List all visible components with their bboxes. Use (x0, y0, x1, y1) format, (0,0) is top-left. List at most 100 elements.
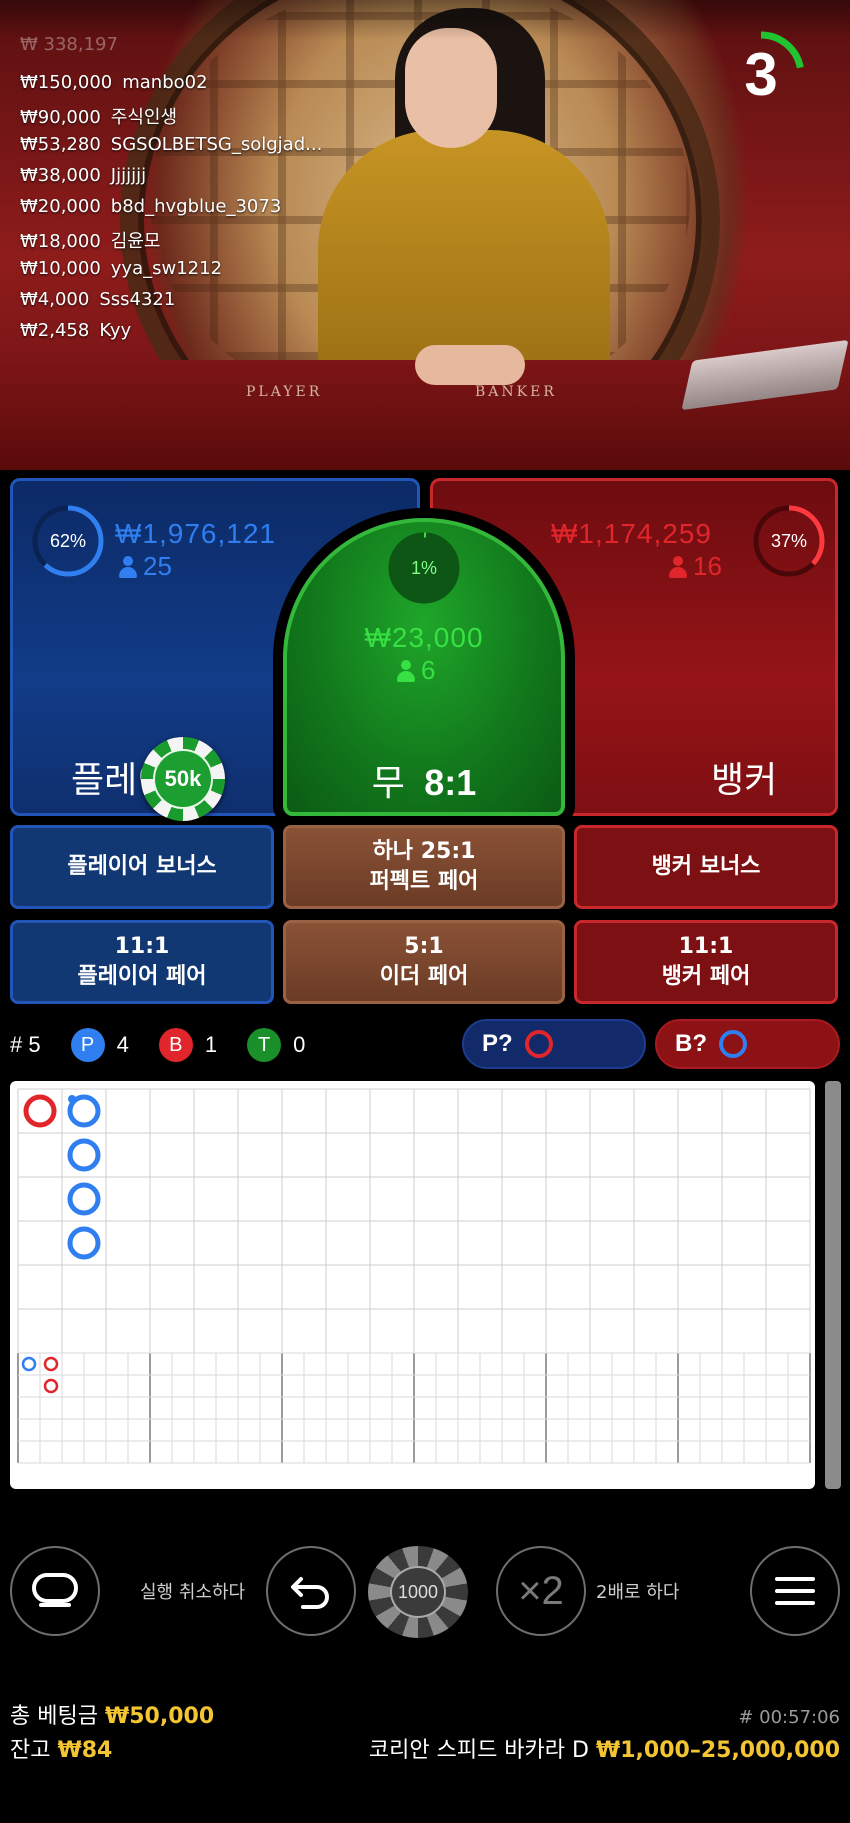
winner-amount: ₩20,000 (20, 196, 101, 217)
person-icon (119, 555, 137, 578)
winner-row: ₩38,000 Jjjjjjj (20, 165, 322, 196)
predict-player-button[interactable]: P? (462, 1019, 646, 1069)
total-bet: 총 베팅금 ₩50,000 (10, 1698, 214, 1730)
tie-title: 무 8:1 (287, 754, 561, 806)
winner-row: ₩150,000 manbo02 (20, 72, 322, 103)
winner-name: b8d_hvgblue_3073 (110, 196, 282, 217)
player-bonus-label: 플레이어 보너스 (67, 854, 217, 879)
tie-percent: 1% (410, 558, 437, 578)
menu-icon (775, 1577, 815, 1605)
chip-selector-value: 1000 (390, 1566, 446, 1618)
predict-banker-button[interactable]: B? (655, 1019, 840, 1069)
total-bet-label: 총 베팅금 (10, 1704, 98, 1729)
winner-row: ₩4,000 Sss4321 (20, 289, 322, 320)
winner-amount: ₩10,000 (20, 258, 101, 279)
banker-result-mark (23, 1094, 57, 1128)
roadmap-grid (17, 1088, 811, 1464)
tie-wins: T 0 (247, 1028, 305, 1062)
tie-percent-ring: 1% (386, 530, 462, 606)
tie-label: 무 (371, 763, 405, 804)
either-pair-label: 이더 페어 (379, 964, 469, 989)
winner-amount: ₩90,000 (20, 107, 101, 128)
person-icon (669, 555, 687, 578)
tie-bettors-count: 6 (421, 655, 436, 685)
player-percent-ring: 62% (30, 503, 106, 579)
winner-name: Jjjjjjj (110, 165, 147, 186)
perfect-pair-button[interactable]: 하나 25:1 퍼펙트 페어 (283, 825, 565, 909)
winner-name: 주식인생 (110, 107, 178, 128)
undo-icon (291, 1577, 329, 1609)
tie-bet-spot[interactable]: 1% ₩23,000 6 무 8:1 (283, 518, 565, 816)
derived-road-mark (43, 1356, 59, 1372)
winner-name: Kyy (99, 320, 132, 341)
tie-payout: 8:1 (424, 762, 477, 803)
person-icon (397, 659, 415, 682)
player-result-mark (67, 1138, 101, 1172)
footer: 총 베팅금 ₩50,000 # 00:57:06 잔고 ₩84 코리안 스피드 … (10, 1698, 840, 1766)
winner-row: ₩90,000 주식인생 (20, 103, 322, 134)
double-button[interactable]: ×2 (496, 1546, 586, 1636)
banker-bonus-button[interactable]: 뱅커 보너스 (574, 825, 838, 909)
player-bettors-count: 25 (143, 551, 172, 581)
chat-icon (32, 1573, 78, 1607)
banker-wins: B 1 (158, 1028, 218, 1062)
banker-label: 뱅커 (711, 760, 778, 801)
winner-row: ₩53,280 SGSOLBETSG_solgjad... (20, 134, 322, 165)
winner-name: manbo02 (122, 72, 208, 93)
winner-amount: ₩53,280 (20, 134, 101, 155)
roadmap-board[interactable] (10, 1081, 815, 1489)
winner-row: ₩20,000 b8d_hvgblue_3073 (20, 196, 322, 227)
table-name: 코리안 스피드 바카라 D (368, 1738, 589, 1763)
winners-partial-row: ₩ 338,197 (20, 34, 118, 55)
banker-bettors: 16 (669, 551, 722, 582)
table-limits: ₩1,000–25,000,000 (595, 1738, 840, 1763)
banker-wins-count: 1 (204, 1032, 218, 1057)
winner-amount: ₩18,000 (20, 231, 101, 252)
winner-amount: ₩2,458 (20, 320, 90, 341)
banker-pair-button[interactable]: 11:1 뱅커 페어 (574, 920, 838, 1004)
winner-row: ₩18,000 김윤모 (20, 227, 322, 258)
derived-road-mark (21, 1356, 37, 1372)
player-pair-button[interactable]: 11:1 플레이어 페어 (10, 920, 274, 1004)
chip-selector[interactable]: 1000 (368, 1546, 468, 1638)
dealer-hands (415, 345, 525, 385)
banker-percent: 37% (770, 531, 808, 551)
tie-stake: ₩23,000 (364, 622, 484, 653)
double-label: 2배로 하다 (596, 1582, 680, 1603)
player-pair-odds: 11:1 (114, 934, 170, 959)
winner-amount: ₩4,000 (20, 289, 90, 310)
perfect-pair-label: 퍼펙트 페어 (369, 869, 479, 894)
tie-badge: T (247, 1028, 282, 1062)
derived-road-mark (43, 1378, 59, 1394)
perfect-pair-odds: 하나 25:1 (372, 839, 476, 864)
either-pair-odds: 5:1 (404, 934, 444, 959)
betting-table: 62% ₩1,976,121 25 플레이어 50k 37% ₩1,174,25… (0, 470, 850, 1010)
banker-bettors-count: 16 (693, 551, 722, 581)
winner-row: ₩2,458 Kyy (20, 320, 322, 351)
player-pair-label: 플레이어 페어 (77, 964, 207, 989)
undo-button[interactable] (266, 1546, 356, 1636)
predict-banker-label: B? (675, 1030, 707, 1057)
menu-button[interactable] (750, 1546, 840, 1636)
winner-name: 김윤모 (110, 231, 161, 252)
either-pair-button[interactable]: 5:1 이더 페어 (283, 920, 565, 1004)
player-wins-count: 4 (116, 1032, 129, 1057)
chat-button[interactable] (10, 1546, 100, 1636)
player-percent: 62% (49, 531, 87, 551)
banker-pair-label: 뱅커 페어 (661, 964, 751, 989)
pair-dot (68, 1095, 76, 1103)
player-badge: P (70, 1028, 105, 1062)
undo-label: 실행 취소하다 (140, 1582, 246, 1603)
total-bet-value: ₩50,000 (104, 1704, 215, 1729)
banker-badge: B (158, 1028, 193, 1062)
placed-chip: 50k (141, 737, 225, 821)
player-wins: P 4 (70, 1028, 129, 1062)
roadmap-scrollbar[interactable] (825, 1081, 841, 1489)
player-result-mark (67, 1226, 101, 1260)
player-result-mark (67, 1182, 101, 1216)
player-stake: ₩1,976,121 (115, 518, 276, 549)
banker-stake: ₩1,174,259 (551, 518, 712, 549)
table-info[interactable]: 코리안 스피드 바카라 D ₩1,000–25,000,000 (369, 1732, 840, 1764)
round-number: # 5 (10, 1032, 41, 1057)
player-bonus-button[interactable]: 플레이어 보너스 (10, 825, 274, 909)
